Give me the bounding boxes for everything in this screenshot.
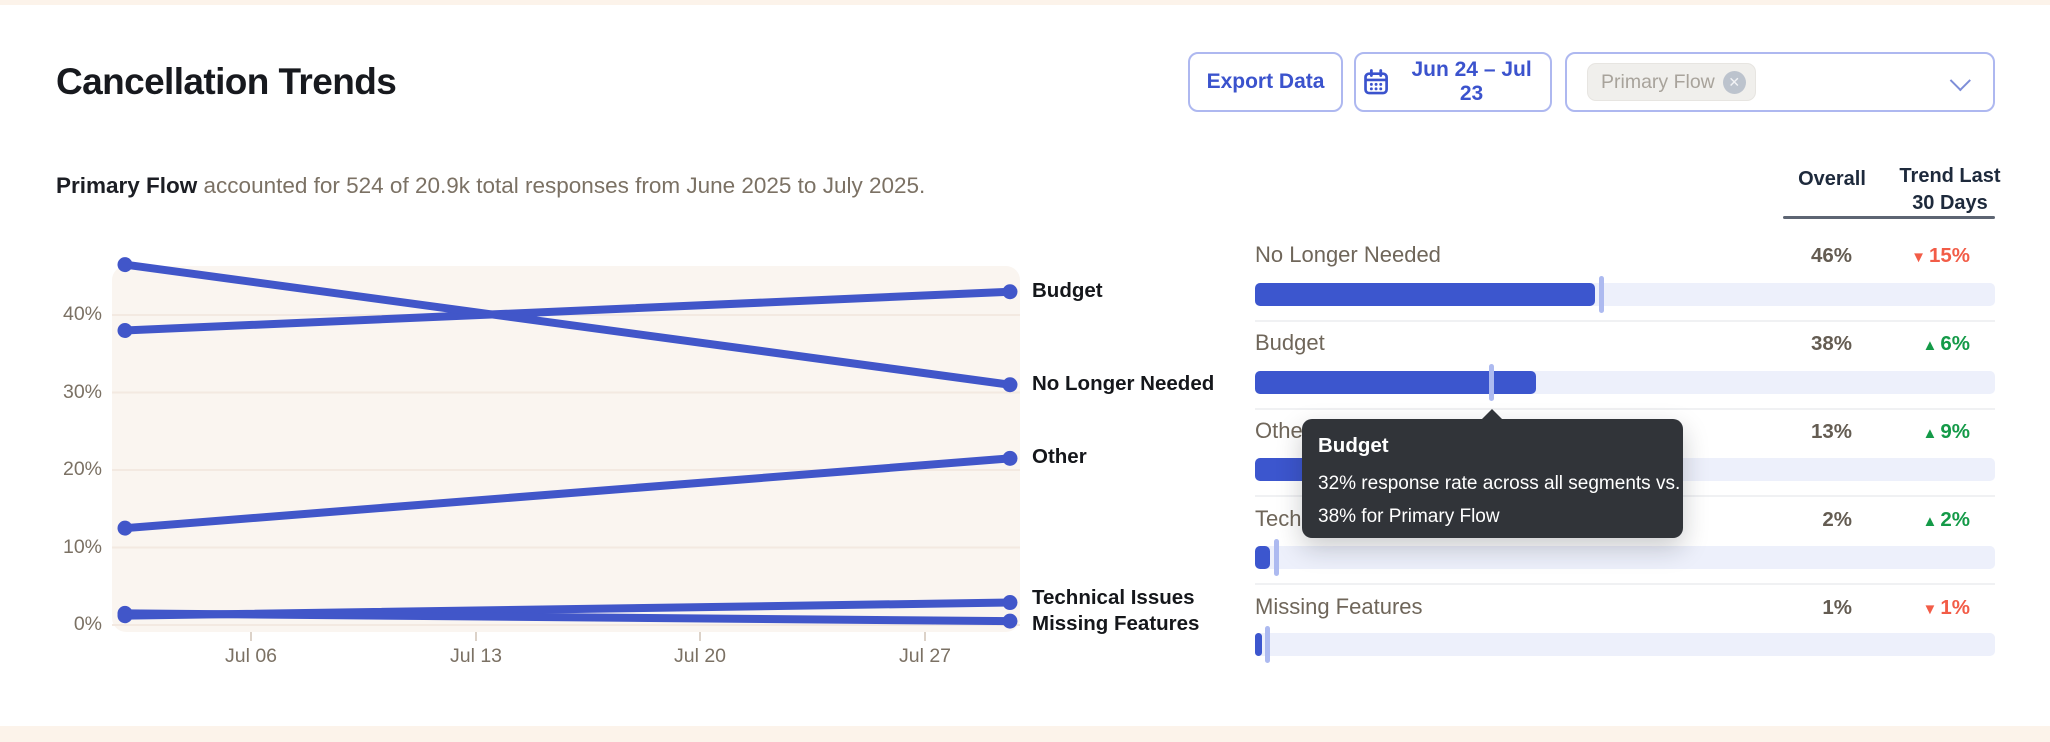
all-segments-marker-tick[interactable] — [1265, 626, 1270, 663]
trend-arrow-icon: ▲ — [1923, 513, 1938, 530]
column-header-trend: Trend Last 30 Days — [1895, 163, 2005, 217]
summary-rest: accounted for 524 of 20.9k total respons… — [197, 173, 925, 198]
tooltip-line: 32% response rate across all segments vs… — [1318, 467, 1667, 500]
trend-arrow-icon: ▼ — [1911, 249, 1926, 266]
chart-plot-area — [112, 266, 1020, 632]
y-axis-tick-label: 10% — [32, 536, 102, 559]
row-divider — [1255, 583, 1995, 585]
segment-filter-dropdown[interactable]: Primary Flow ✕ — [1565, 52, 1995, 112]
y-axis-tick-label: 20% — [32, 458, 102, 481]
tooltip: Budget 32% response rate across all segm… — [1302, 419, 1683, 538]
header-underline — [1783, 216, 1995, 219]
all-segments-marker-tick[interactable] — [1489, 364, 1494, 401]
response-rate-bar[interactable] — [1255, 633, 1995, 656]
series-label: No Longer Needed — [1032, 372, 1214, 396]
bar-fill — [1255, 546, 1270, 569]
tooltip-arrow — [1481, 409, 1503, 420]
row-divider — [1255, 320, 1995, 322]
response-rate-bar[interactable] — [1255, 546, 1995, 569]
x-axis-tick-label: Jul 06 — [191, 645, 311, 668]
y-axis-tick-label: 30% — [32, 381, 102, 404]
y-axis-tick-label: 40% — [32, 303, 102, 326]
summary-sentence: Primary Flow accounted for 524 of 20.9k … — [56, 173, 925, 199]
date-range-button[interactable]: Jun 24 – Jul 23 — [1354, 52, 1552, 112]
bar-fill — [1255, 633, 1262, 656]
column-header-overall: Overall — [1772, 168, 1892, 191]
overall-value: 38% — [1732, 332, 1852, 356]
cancellation-trends-card: Cancellation Trends Export Data Jun 24 –… — [0, 5, 2050, 726]
row-label: No Longer Needed — [1255, 242, 1441, 268]
segment-pill-label: Primary Flow — [1601, 71, 1715, 94]
export-data-button[interactable]: Export Data — [1188, 52, 1343, 112]
overall-value: 13% — [1732, 420, 1852, 444]
trend-value: ▲6% — [1852, 332, 1970, 356]
trend-arrow-icon: ▲ — [1923, 337, 1938, 354]
series-label: Other — [1032, 445, 1087, 469]
row-label: Missing Features — [1255, 594, 1423, 620]
trend-value: ▲9% — [1852, 420, 1970, 444]
trend-arrow-icon: ▼ — [1923, 601, 1938, 618]
y-axis-tick-label: 0% — [32, 613, 102, 636]
trend-arrow-icon: ▲ — [1923, 425, 1938, 442]
row-label: Budget — [1255, 330, 1325, 356]
response-rate-bar[interactable] — [1255, 371, 1995, 394]
table-row: Missing Features 1% ▼1% — [1255, 594, 1995, 622]
export-data-label: Export Data — [1207, 70, 1325, 94]
series-label: Technical Issues — [1032, 586, 1195, 610]
response-rate-bar[interactable] — [1255, 283, 1995, 306]
trend-value: ▼15% — [1852, 244, 1970, 268]
dashboard-page: { "header": { "title": "Cancellation Tre… — [0, 0, 2050, 742]
x-axis-tick-label: Jul 20 — [640, 645, 760, 668]
overall-value: 2% — [1732, 508, 1852, 532]
x-axis-tick-label: Jul 27 — [865, 645, 985, 668]
table-row: No Longer Needed 46% ▼15% — [1255, 242, 1995, 270]
chevron-down-icon — [1950, 70, 1971, 91]
page-title: Cancellation Trends — [56, 61, 396, 103]
calendar-icon — [1362, 68, 1390, 97]
trend-value: ▲2% — [1852, 508, 1970, 532]
tooltip-line: 38% for Primary Flow — [1318, 500, 1667, 533]
series-label: Missing Features — [1032, 612, 1199, 636]
overall-value: 46% — [1732, 244, 1852, 268]
trend-value: ▼1% — [1852, 596, 1970, 620]
remove-segment-icon[interactable]: ✕ — [1723, 71, 1746, 94]
x-axis-tick-label: Jul 13 — [416, 645, 536, 668]
date-range-label: Jun 24 – Jul 23 — [1399, 58, 1544, 106]
bar-fill — [1255, 283, 1595, 306]
row-divider — [1255, 408, 1995, 410]
series-label: Budget — [1032, 279, 1103, 303]
segment-pill[interactable]: Primary Flow ✕ — [1587, 63, 1756, 101]
table-row: Budget 38% ▲6% — [1255, 330, 1995, 358]
all-segments-marker-tick[interactable] — [1599, 276, 1604, 313]
all-segments-marker-tick[interactable] — [1274, 539, 1279, 576]
tooltip-title: Budget — [1318, 434, 1667, 458]
overall-value: 1% — [1732, 596, 1852, 620]
summary-segment-name: Primary Flow — [56, 173, 197, 198]
